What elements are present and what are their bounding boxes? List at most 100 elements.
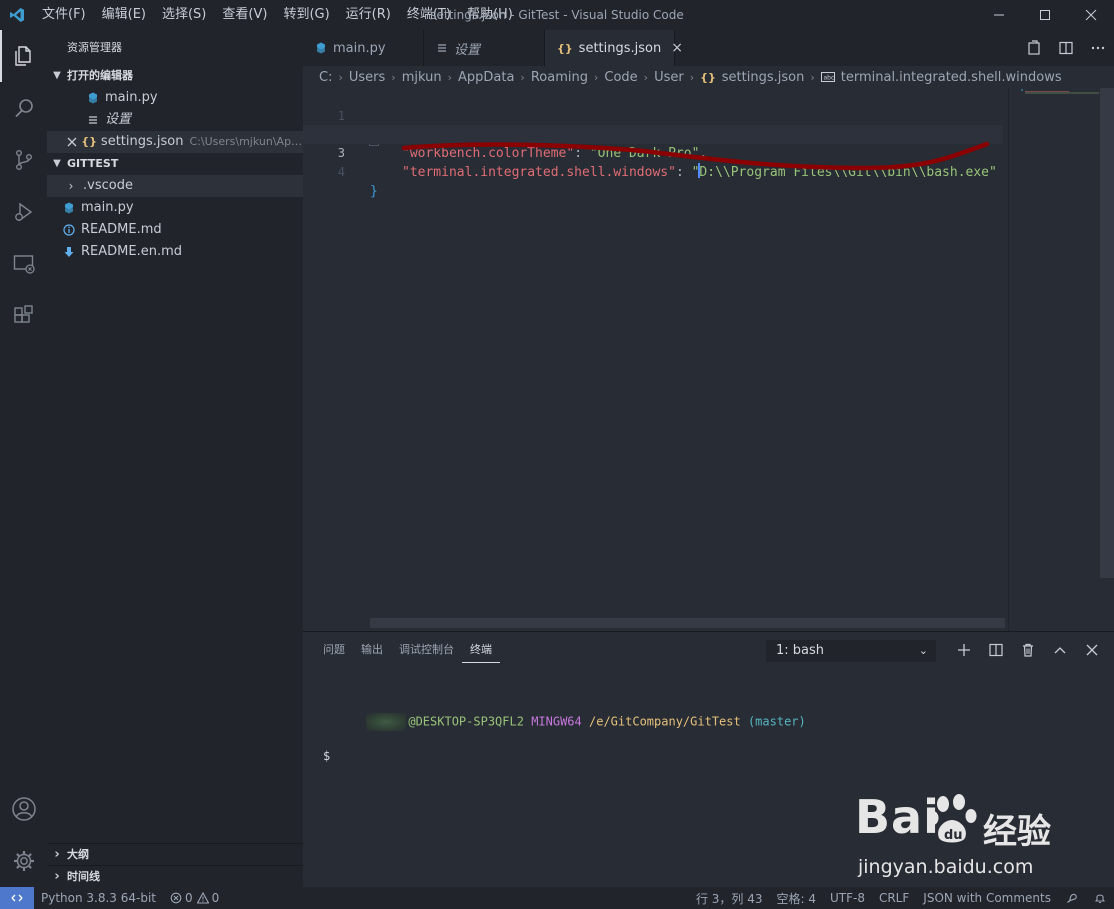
chevron-right-icon: › [391, 70, 396, 84]
trash-icon[interactable] [1012, 634, 1044, 666]
tab-terminal[interactable]: 终端 [462, 638, 500, 663]
panel-actions [948, 634, 1108, 666]
end-of-line[interactable]: CRLF [872, 891, 916, 905]
breadcrumb-item[interactable]: Roaming [531, 70, 588, 85]
vertical-scrollbar[interactable] [1100, 88, 1114, 578]
info-icon [61, 224, 77, 236]
new-terminal-icon[interactable] [948, 634, 980, 666]
red-underline-annotation [401, 141, 990, 171]
minimize-button[interactable] [976, 0, 1022, 30]
open-editors-title: 打开的编辑器 [67, 69, 133, 82]
terminal-prompt-line: @DESKTOP-SP3QFL2 MINGW64 /e/GitCompany/G… [323, 696, 806, 748]
activity-bar [0, 30, 47, 887]
breadcrumb-item[interactable]: C: [319, 70, 332, 85]
notifications-bell-icon[interactable] [1086, 891, 1114, 905]
outline-section-header[interactable]: › 大纲 [47, 843, 303, 865]
breadcrumb-item[interactable]: Code [604, 70, 637, 85]
encoding[interactable]: UTF-8 [823, 891, 872, 905]
account-icon[interactable] [0, 783, 47, 835]
folder-section-header[interactable]: ▼ GITTEST [47, 153, 303, 175]
terminal-input-line: $ [323, 748, 806, 765]
menu-terminal[interactable]: 终端(T) [399, 0, 459, 30]
open-editor-settings-ui[interactable]: 设置 [47, 109, 303, 131]
chevron-right-icon: › [338, 70, 343, 84]
menu-go[interactable]: 转到(G) [275, 0, 337, 30]
chevron-right-icon: › [54, 868, 60, 884]
python-icon [315, 42, 327, 54]
menu-view[interactable]: 查看(V) [214, 0, 275, 30]
outline-title: 大纲 [67, 847, 89, 861]
tab-problems[interactable]: 问题 [315, 632, 353, 668]
tab-debug-console[interactable]: 调试控制台 [391, 632, 462, 668]
split-terminal-icon[interactable] [980, 634, 1012, 666]
breadcrumb-item[interactable]: Users [349, 70, 385, 85]
close-icon[interactable] [65, 137, 79, 147]
open-editor-main-py[interactable]: main.py [47, 87, 303, 109]
close-window-button[interactable] [1068, 0, 1114, 30]
markdown-arrow-icon [61, 246, 77, 258]
chevron-right-icon: › [593, 70, 599, 84]
menu-file[interactable]: 文件(F) [34, 0, 94, 30]
menu-edit[interactable]: 编辑(E) [94, 0, 154, 30]
open-editors-section-header[interactable]: ▼ 打开的编辑器 [47, 65, 303, 87]
editor-tabs: main.py 设置 {} settings.json × [303, 30, 1114, 66]
indentation[interactable]: 空格: 4 [769, 890, 823, 907]
tree-item-main-py[interactable]: main.py [47, 197, 303, 219]
explorer-icon[interactable] [0, 30, 47, 82]
tree-item-readme-en[interactable]: README.en.md [47, 241, 303, 263]
minimap[interactable] [1008, 88, 1103, 631]
redacted-username [366, 713, 407, 731]
tree-item-vscode[interactable]: › .vscode [47, 175, 303, 197]
terminal-output[interactable]: @DESKTOP-SP3QFL2 MINGW64 /e/GitCompany/G… [323, 696, 806, 765]
remote-indicator-icon[interactable] [0, 887, 34, 909]
tab-settings-ui[interactable]: 设置 [424, 30, 545, 66]
menu-run[interactable]: 运行(R) [338, 0, 399, 30]
explorer-sidebar: 资源管理器 ▼ 打开的编辑器 main.py 设置 {} settings.js… [47, 30, 303, 887]
breadcrumb-item[interactable]: settings.json [722, 70, 805, 85]
folder-title: GITTEST [67, 157, 119, 170]
svg-text:abc: abc [823, 75, 834, 82]
maximize-button[interactable] [1022, 0, 1068, 30]
terminal-env: MINGW64 [531, 714, 582, 729]
tab-main-py[interactable]: main.py [303, 30, 424, 66]
string-symbol-icon: abc [820, 71, 835, 83]
run-debug-icon[interactable] [0, 186, 47, 238]
close-icon[interactable]: × [671, 40, 683, 56]
tree-item-readme[interactable]: README.md [47, 219, 303, 241]
breadcrumb-item[interactable]: User [654, 70, 684, 85]
manage-gear-icon[interactable] [0, 835, 47, 887]
horizontal-scrollbar[interactable] [370, 618, 1005, 628]
timeline-section-header[interactable]: › 时间线 [47, 865, 303, 887]
vscode-logo-icon [0, 0, 34, 30]
breadcrumb-item[interactable]: AppData [458, 70, 514, 85]
watermark-brand-suffix: 经验 [983, 812, 1051, 852]
split-editor-icon[interactable] [1050, 30, 1082, 66]
open-editor-settings-json[interactable]: {} settings.json C:\Users\mjkun\AppD... [47, 131, 303, 153]
language-mode[interactable]: JSON with Comments [916, 891, 1058, 905]
extensions-icon[interactable] [0, 290, 47, 342]
chevron-right-icon: › [447, 70, 452, 84]
status-bar-right: 行 3，列 43 空格: 4 UTF-8 CRLF JSON with Comm… [689, 887, 1114, 909]
maximize-panel-icon[interactable] [1044, 634, 1076, 666]
python-interpreter[interactable]: Python 3.8.3 64-bit [34, 891, 163, 905]
code-editor[interactable]: 1 { 2 "workbench.colorTheme": "One Dark … [303, 88, 1114, 631]
breadcrumb-item[interactable]: terminal.integrated.shell.windows [841, 70, 1062, 85]
menu-help[interactable]: 帮助(H) [459, 0, 521, 30]
chevron-right-icon: › [54, 846, 60, 862]
close-panel-icon[interactable] [1076, 634, 1108, 666]
search-icon[interactable] [0, 82, 47, 134]
chevron-right-icon: › [810, 70, 815, 84]
cursor-position[interactable]: 行 3，列 43 [689, 890, 770, 907]
feedback-icon[interactable] [1058, 891, 1086, 905]
problems-indicator[interactable]: 0 0 [163, 891, 226, 905]
open-settings-ui-icon[interactable] [1018, 30, 1050, 66]
more-actions-icon[interactable] [1082, 30, 1114, 66]
source-control-icon[interactable] [0, 134, 47, 186]
menu-selection[interactable]: 选择(S) [154, 0, 214, 30]
breadcrumb-item[interactable]: mjkun [402, 70, 442, 85]
remote-explorer-icon[interactable] [0, 238, 47, 290]
tab-output[interactable]: 输出 [353, 632, 391, 668]
tab-settings-json[interactable]: {} settings.json × [545, 30, 683, 66]
chevron-right-icon: › [68, 179, 74, 193]
terminal-select[interactable]: 1: bash ⌄ [766, 640, 936, 662]
